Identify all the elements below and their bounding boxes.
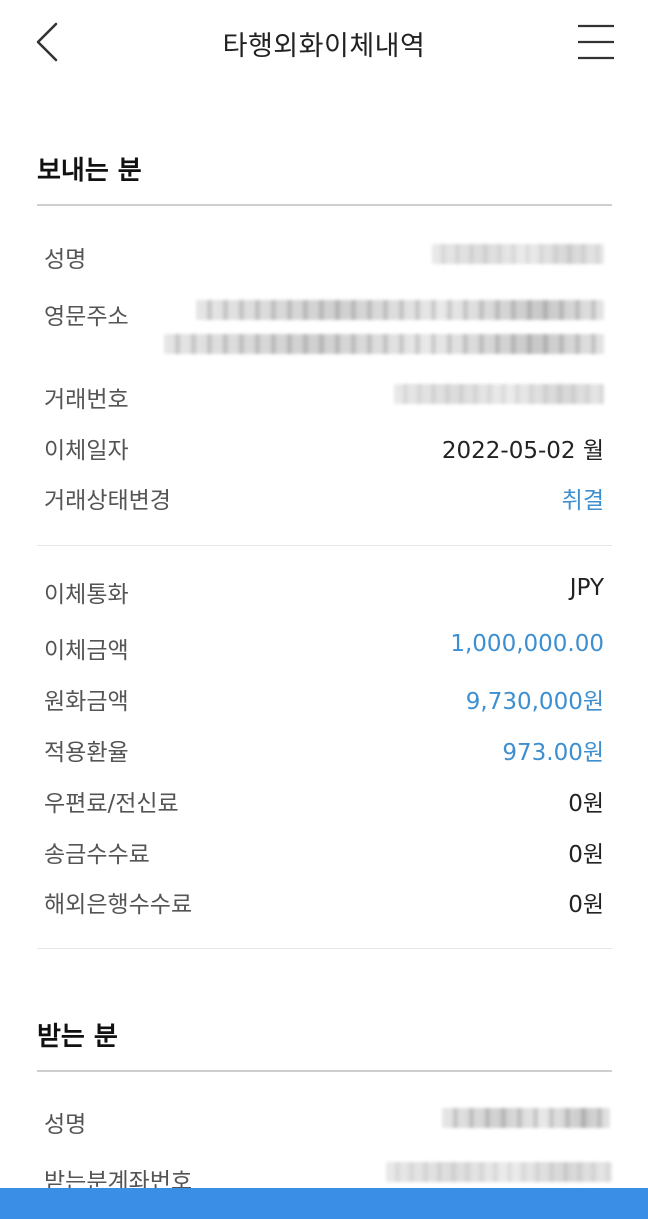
transfer-date-label: 이체일자 bbox=[44, 438, 129, 464]
page-title: 타행외화이체내역 bbox=[222, 31, 426, 62]
overseas-bank-fee-value: 0원 bbox=[568, 892, 604, 918]
divider bbox=[37, 1070, 612, 1072]
krw-amount-value: 9,730,000원 bbox=[465, 689, 604, 715]
transfer-date-value: 2022-05-02 월 bbox=[441, 438, 604, 464]
top-app-bar: 타행외화이체내역 bbox=[0, 0, 648, 86]
sender-address-line2-redacted bbox=[164, 334, 604, 354]
currency-value: JPY bbox=[569, 575, 604, 601]
divider bbox=[37, 204, 612, 206]
receiver-account-value-redacted bbox=[386, 1162, 612, 1182]
transaction-number-label: 거래번호 bbox=[44, 387, 129, 413]
postage-fee-value: 0원 bbox=[568, 791, 604, 817]
status-change-label: 거래상태변경 bbox=[44, 488, 171, 514]
receiver-section-title: 받는 분 bbox=[37, 1022, 118, 1052]
sender-name-value-redacted bbox=[432, 244, 604, 264]
sender-section-title: 보내는 분 bbox=[37, 156, 142, 186]
krw-amount-label: 원화금액 bbox=[44, 689, 129, 715]
exchange-rate-value: 973.00원 bbox=[502, 740, 604, 766]
sender-name-label: 성명 bbox=[44, 247, 87, 273]
sender-address-line1-redacted bbox=[196, 300, 604, 320]
status-change-value[interactable]: 취결 bbox=[562, 481, 604, 515]
divider bbox=[37, 948, 612, 949]
transfer-amount-value: 1,000,000.00 bbox=[450, 631, 604, 657]
receiver-name-label: 성명 bbox=[44, 1112, 87, 1138]
remittance-fee-label: 송금수수료 bbox=[44, 842, 150, 868]
remittance-fee-value: 0원 bbox=[568, 842, 604, 868]
exchange-rate-label: 적용환율 bbox=[44, 740, 129, 766]
transaction-number-value-redacted bbox=[394, 384, 604, 404]
menu-button[interactable] bbox=[574, 20, 618, 64]
receiver-name-value-redacted bbox=[442, 1108, 610, 1128]
transfer-amount-label: 이체금액 bbox=[44, 638, 129, 664]
sender-address-label: 영문주소 bbox=[44, 304, 129, 330]
currency-label: 이체통화 bbox=[44, 582, 129, 608]
postage-fee-label: 우편료/전신료 bbox=[44, 791, 179, 817]
overseas-bank-fee-label: 해외은행수수료 bbox=[44, 892, 193, 918]
divider bbox=[37, 545, 612, 546]
bottom-action-bar[interactable] bbox=[0, 1188, 648, 1219]
hamburger-menu-icon bbox=[578, 24, 614, 60]
